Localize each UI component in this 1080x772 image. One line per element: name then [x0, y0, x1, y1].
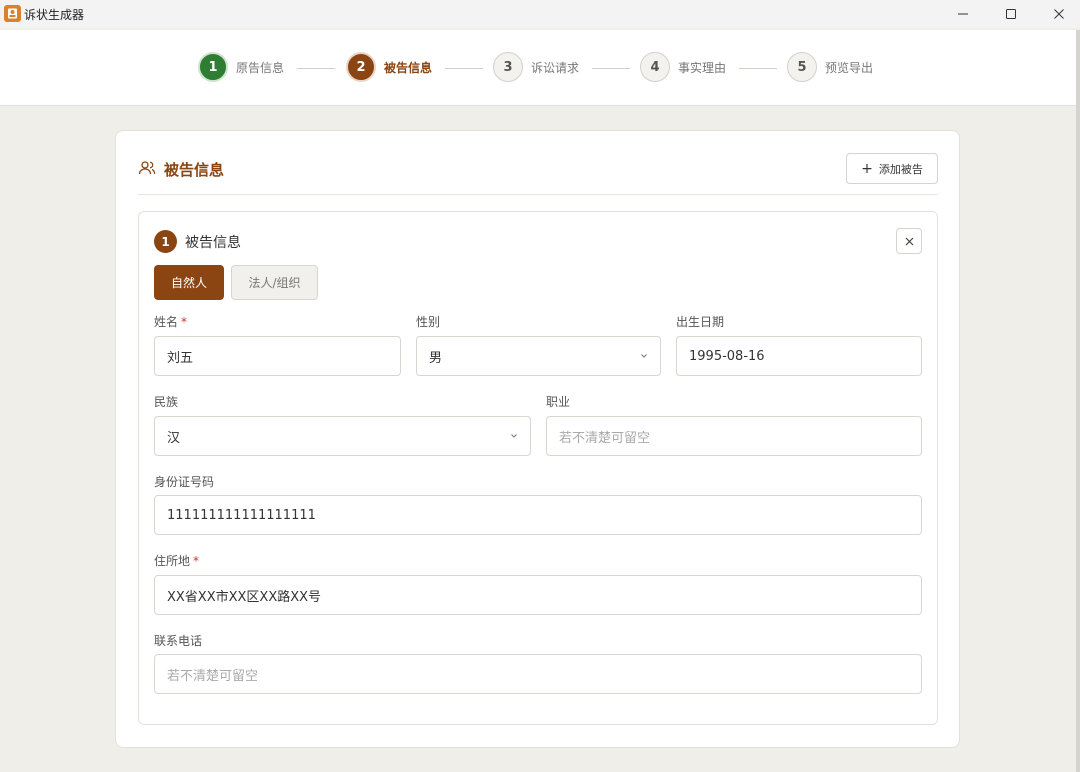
phone-input[interactable]: 若不清楚可留空: [154, 654, 922, 694]
id-number-label: 身份证号码: [154, 475, 215, 489]
step-connector: [739, 68, 777, 69]
step-number: 5: [787, 52, 817, 82]
stepper: 1 原告信息 2 被告信息 3 诉讼请求 4 事实理由 5 预览导出: [0, 30, 1076, 106]
step-facts-reasons[interactable]: 4 事实理由: [640, 52, 726, 82]
birth-date-label: 出生日期: [676, 315, 725, 329]
step-number: 2: [346, 52, 376, 82]
defendant-entry: 1 被告信息 自然人 法人/组织 姓名 * 刘五 性别 男 出生日期 1995-0…: [138, 211, 938, 725]
address-label-text: 住所地: [154, 554, 191, 568]
gender-value: 男: [429, 350, 443, 366]
section-title: 被告信息: [164, 161, 225, 179]
chevron-down-icon: [641, 354, 647, 358]
minimize-button[interactable]: [940, 0, 986, 28]
occupation-input[interactable]: 若不清楚可留空: [546, 416, 922, 456]
defendant-card: 被告信息 + 添加被告 1 被告信息 自然人 法人/组织 姓名 * 刘五 性别 男…: [115, 130, 960, 748]
name-label-text: 姓名: [154, 315, 179, 329]
id-number-input[interactable]: 111111111111111111: [154, 495, 922, 535]
step-connector: [592, 68, 630, 69]
step-label: 原告信息: [236, 60, 285, 75]
step-connector: [445, 68, 483, 69]
maximize-button[interactable]: [988, 0, 1034, 28]
name-input[interactable]: 刘五: [154, 336, 401, 376]
add-defendant-button[interactable]: + 添加被告: [846, 153, 938, 184]
address-label: 住所地 *: [154, 552, 199, 569]
scrollbar[interactable]: [1076, 30, 1080, 772]
window-title: 诉状生成器: [24, 8, 85, 22]
address-input[interactable]: XX省XX市XX区XX路XX号: [154, 575, 922, 615]
required-mark: *: [193, 554, 200, 568]
users-icon: [138, 161, 156, 175]
type-natural-person-button[interactable]: 自然人: [154, 265, 224, 300]
title-bar: 诉状生成器: [0, 0, 1080, 28]
ethnicity-select[interactable]: 汉: [154, 416, 531, 456]
step-preview-export[interactable]: 5 预览导出: [787, 52, 873, 82]
occupation-label: 职业: [546, 395, 571, 409]
close-icon: [905, 237, 913, 245]
name-label: 姓名 *: [154, 313, 187, 330]
step-label: 被告信息: [384, 60, 433, 75]
close-window-button[interactable]: [1036, 0, 1080, 28]
gender-select[interactable]: 男: [416, 336, 661, 376]
defendant-number-badge: 1: [154, 230, 177, 253]
step-label: 事实理由: [678, 60, 727, 75]
defendant-entry-title: 被告信息: [185, 235, 241, 251]
plus-icon: +: [861, 160, 873, 177]
type-legal-entity-button[interactable]: 法人/组织: [231, 265, 318, 300]
phone-label: 联系电话: [154, 634, 203, 648]
step-label: 诉讼请求: [531, 60, 580, 75]
step-number: 3: [493, 52, 523, 82]
section-header: 被告信息 + 添加被告: [138, 153, 938, 195]
remove-defendant-button[interactable]: [896, 228, 922, 254]
step-defendant-info[interactable]: 2 被告信息: [346, 52, 432, 82]
required-mark: *: [181, 315, 188, 329]
chevron-down-icon: [511, 434, 517, 438]
step-claims[interactable]: 3 诉讼请求: [493, 52, 579, 82]
step-connector: [297, 68, 335, 69]
app-icon: [4, 5, 21, 22]
step-label: 预览导出: [825, 60, 874, 75]
ethnicity-label: 民族: [154, 395, 179, 409]
step-plaintiff-info[interactable]: 1 原告信息: [198, 52, 284, 82]
ethnicity-value: 汉: [167, 430, 181, 446]
birth-date-input[interactable]: 1995-08-16: [676, 336, 922, 376]
add-defendant-label: 添加被告: [878, 162, 923, 176]
step-number: 4: [640, 52, 670, 82]
gender-label: 性别: [416, 315, 441, 329]
step-number: 1: [198, 52, 228, 82]
